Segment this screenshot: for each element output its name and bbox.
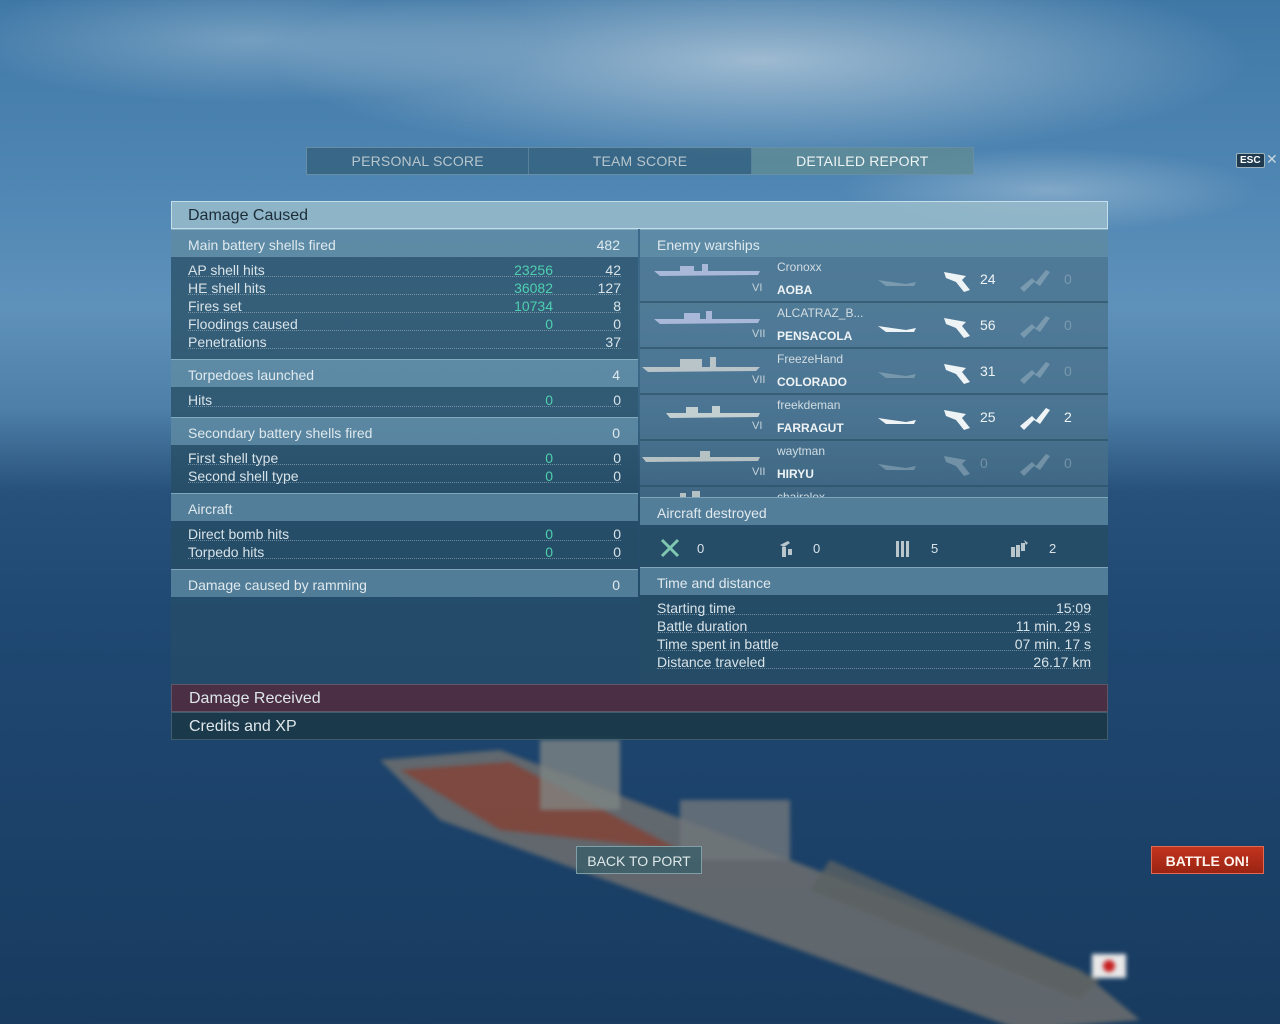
stat-row: Penetrations 37 <box>188 334 621 350</box>
stat-row: Floodings caused 0 0 <box>188 316 621 332</box>
background-ship-image <box>380 740 1140 1024</box>
ramming-header: Damage caused by ramming 0 <box>171 569 638 597</box>
stat-row: Second shell type 0 0 <box>188 468 621 484</box>
secondary-battery-header: Secondary battery shells fired 0 <box>171 417 638 445</box>
stat-row: Battle duration 11 min. 29 s <box>657 618 1091 634</box>
time-distance-rows: Starting time 15:09 Battle duration 11 min… <box>640 595 1108 683</box>
stat-row: Torpedo hits 0 0 <box>188 544 621 560</box>
section-title: Damage Caused <box>188 207 309 224</box>
enemy-ship-row[interactable]: chairalex <box>640 487 1108 497</box>
aircraft-header: Aircraft <box>171 493 638 521</box>
shell-hits-icon <box>944 456 970 476</box>
shell-hits-icon <box>944 364 970 384</box>
enemy-ship-row[interactable]: VI Cronoxx AOBA 24 0 <box>640 257 1108 303</box>
ship-destroyed-icon <box>878 464 916 470</box>
main-battery-header: Main battery shells fired 482 <box>171 229 638 257</box>
enemy-ship-row[interactable]: VII FreezeHand COLORADO 31 0 <box>640 349 1108 395</box>
ship-silhouette-icon <box>666 406 760 418</box>
secondary-rows: First shell type 0 0 Second shell type 0 0 <box>171 445 638 493</box>
ship-destroyed-icon <box>878 418 916 424</box>
enemy-ship-row[interactable]: VI freekdeman FARRAGUT 25 2 <box>640 395 1108 441</box>
stat-row: Hits 0 0 <box>188 392 621 408</box>
ship-silhouette-icon <box>642 357 760 372</box>
stat-row: Fires set 10734 8 <box>188 298 621 314</box>
ship-silhouette-icon <box>642 451 760 462</box>
stat-row: AP shell hits 23256 42 <box>188 262 621 278</box>
torpedo-hits-icon <box>1020 270 1050 292</box>
ship-silhouette-icon <box>654 264 760 276</box>
credits-xp-section[interactable]: Credits and XP <box>171 712 1108 740</box>
enemy-warships-header: Enemy warships <box>640 229 1108 257</box>
torpedo-bomber-icon <box>896 541 909 557</box>
damage-received-section[interactable]: Damage Received <box>171 684 1108 712</box>
shell-hits-icon <box>944 318 970 338</box>
stat-row: Time spent in battle 07 min. 17 s <box>657 636 1091 652</box>
time-distance-header: Time and distance <box>640 567 1108 595</box>
stat-row: First shell type 0 0 <box>188 450 621 466</box>
ship-destroyed-icon <box>878 372 916 378</box>
fighter-icon <box>660 538 680 558</box>
main-battery-rows: AP shell hits 23256 42 HE shell hits 36082 1… <box>171 257 638 359</box>
tab-detailed-report[interactable]: DETAILED REPORT <box>751 148 973 174</box>
esc-key-hint[interactable]: ESC <box>1236 153 1265 168</box>
bomber-squadron-icon <box>1011 540 1028 557</box>
stat-row: Distance traveled 26.17 km <box>657 654 1091 670</box>
damage-caused-panel: Damage Caused Main battery shells fired … <box>171 201 1108 684</box>
aircraft-destroyed-row: 0 0 5 2 <box>640 525 1108 567</box>
tab-team-score[interactable]: TEAM SCORE <box>529 148 752 174</box>
dive-bomber-icon <box>780 541 792 557</box>
damage-caused-header[interactable]: Damage Caused <box>171 201 1108 229</box>
enemy-ship-row[interactable]: VII waytman HIRYU 0 0 <box>640 441 1108 487</box>
stat-row: Direct bomb hits 0 0 <box>188 526 621 542</box>
torpedoes-header: Torpedoes launched 4 <box>171 359 638 387</box>
damage-stats-column: Main battery shells fired 482 AP shell h… <box>171 229 638 597</box>
torpedo-hits-icon <box>1020 408 1050 430</box>
enemy-column: Enemy warships VI Cronoxx AOBA 24 0 VII … <box>640 229 1108 683</box>
ship-silhouette-icon <box>680 491 700 497</box>
ship-destroyed-icon <box>878 326 916 332</box>
torpedo-hits-icon <box>1020 362 1050 384</box>
aircraft-destroyed-header: Aircraft destroyed <box>640 497 1108 525</box>
aircraft-rows: Direct bomb hits 0 0 Torpedo hits 0 0 <box>171 521 638 569</box>
battle-on-button[interactable]: BATTLE ON! <box>1151 846 1264 874</box>
torpedo-rows: Hits 0 0 <box>171 387 638 417</box>
ship-silhouette-icon <box>654 311 760 324</box>
ship-destroyed-icon <box>878 280 916 286</box>
tab-personal-score[interactable]: PERSONAL SCORE <box>307 148 530 174</box>
torpedo-hits-icon <box>1020 316 1050 338</box>
torpedo-hits-icon <box>1020 454 1050 476</box>
enemy-ship-list[interactable]: VI Cronoxx AOBA 24 0 VII ALCATRAZ_B... P… <box>640 257 1108 497</box>
stat-row: HE shell hits 36082 127 <box>188 280 621 296</box>
close-icon[interactable]: ✕ <box>1266 151 1278 168</box>
enemy-ship-row[interactable]: VII ALCATRAZ_B... PENSACOLA 56 0 <box>640 303 1108 349</box>
score-tabs: PERSONAL SCORE TEAM SCORE DETAILED REPOR… <box>306 147 974 175</box>
stat-row: Starting time 15:09 <box>657 600 1091 616</box>
shell-hits-icon <box>944 410 970 430</box>
back-to-port-button[interactable]: BACK TO PORT <box>576 846 702 874</box>
shell-hits-icon <box>944 272 970 292</box>
